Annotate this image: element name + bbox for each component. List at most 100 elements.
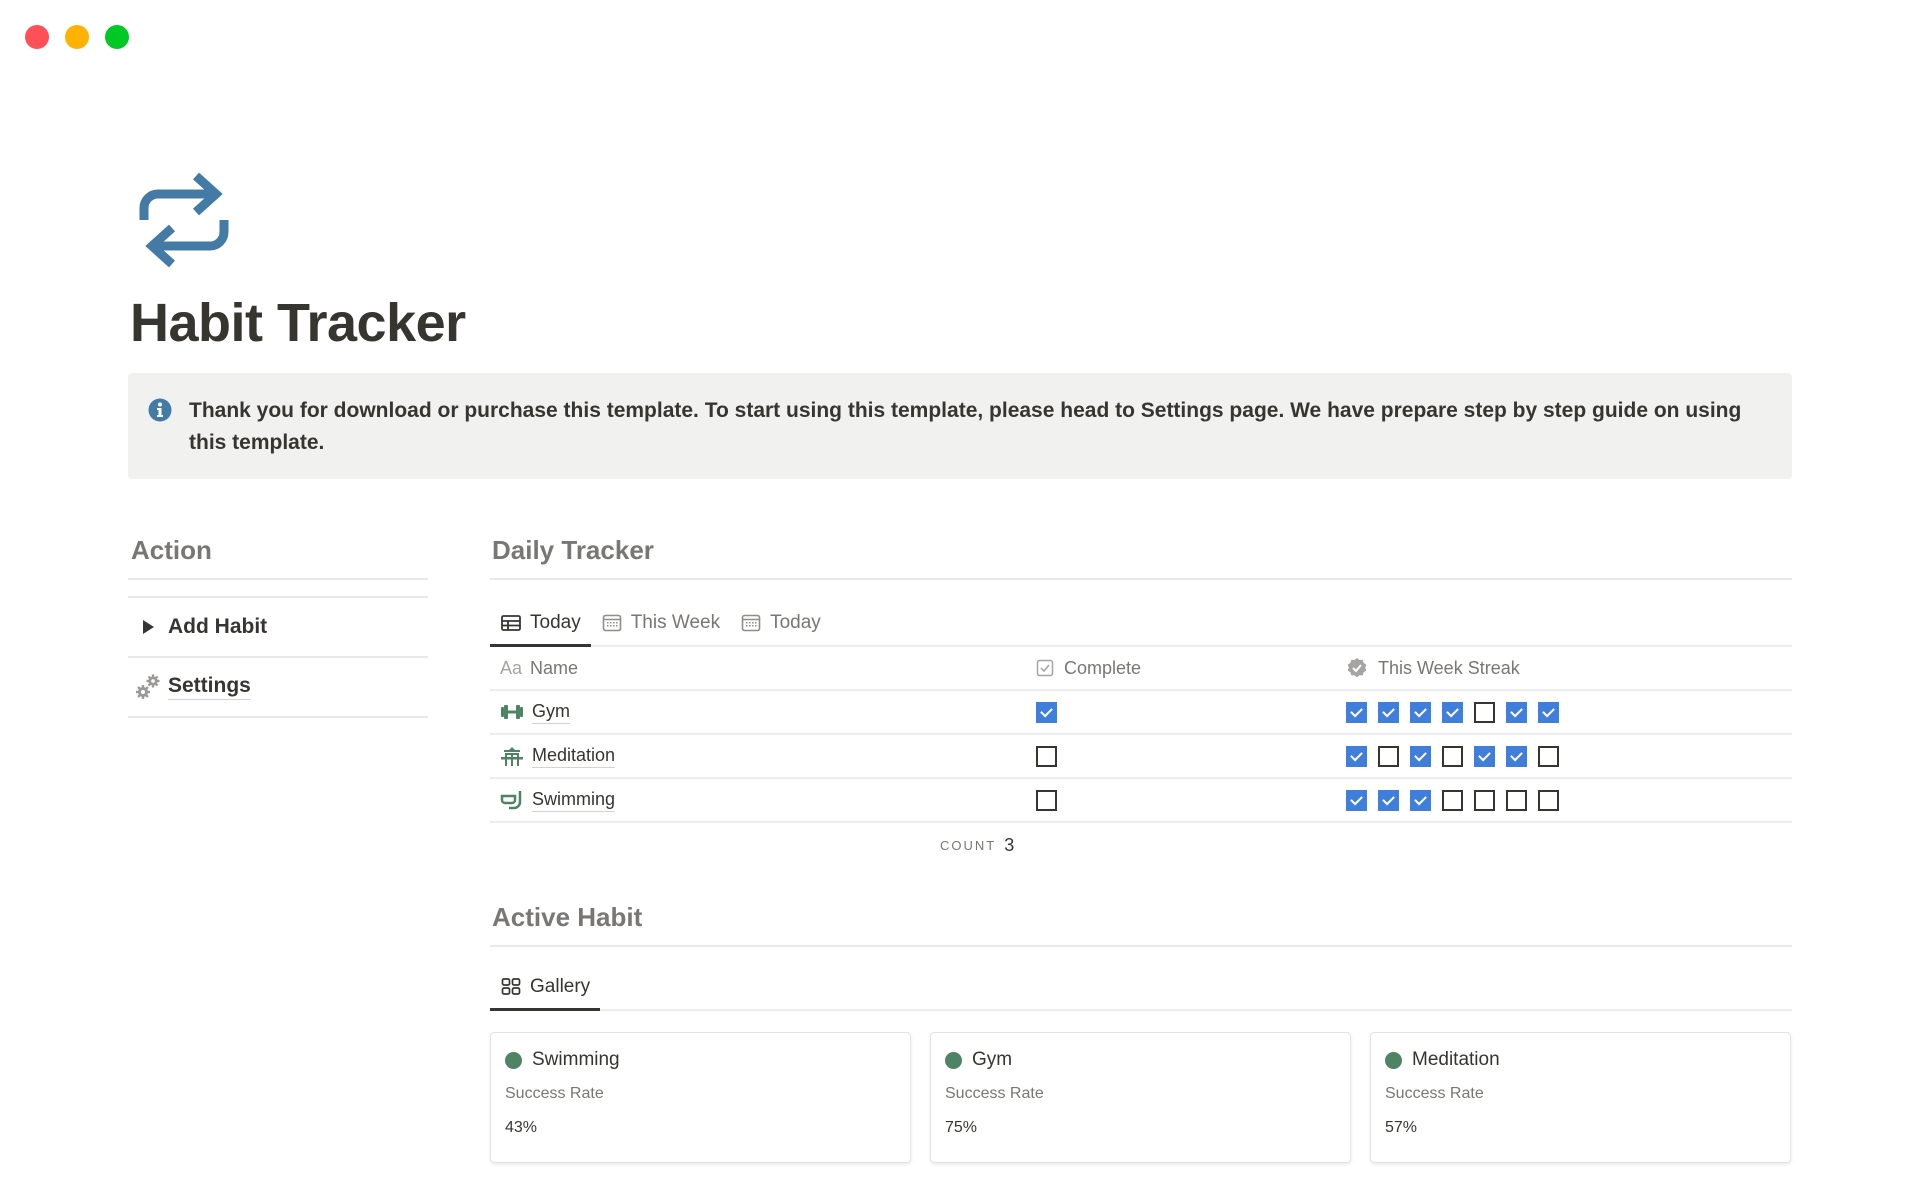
complete-checkbox[interactable] — [1036, 701, 1057, 723]
pavilion-icon — [500, 746, 524, 766]
card-property-label: Success Rate — [945, 1085, 1044, 1102]
streak-day-checkbox[interactable] — [1538, 701, 1559, 723]
info-callout: Thank you for download or purchase this … — [128, 373, 1792, 479]
count-value: 3 — [1004, 834, 1015, 855]
cell-name[interactable]: Swimming — [490, 789, 1036, 812]
main-column: Daily Tracker Today This Week Today Aa N… — [490, 528, 1792, 1163]
card-title-text: Swimming — [532, 1049, 620, 1070]
habit-name-link[interactable]: Meditation — [532, 745, 616, 768]
toggle-triangle-icon[interactable] — [142, 620, 154, 634]
status-dot-icon — [505, 1051, 522, 1069]
tab-label: Today — [770, 611, 821, 633]
complete-checkbox[interactable] — [1036, 745, 1057, 767]
calendar-icon — [602, 614, 622, 631]
close-window-button[interactable] — [25, 25, 49, 49]
column-header-streak[interactable]: This Week Streak — [1346, 657, 1520, 679]
card-title-text: Gym — [972, 1049, 1013, 1070]
complete-checkbox[interactable] — [1036, 789, 1057, 811]
page-title: Habit Tracker — [130, 293, 466, 353]
card-property-value: 43% — [505, 1119, 538, 1136]
card-title: Gym — [945, 1047, 1336, 1073]
tab-label: This Week — [630, 611, 721, 633]
card-property-label: Success Rate — [505, 1085, 604, 1102]
add-habit-toggle[interactable]: Add Habit — [128, 598, 428, 658]
card-title: Swimming — [505, 1047, 896, 1073]
cell-week-streak — [1346, 701, 1559, 723]
checkbox-icon — [1036, 659, 1054, 677]
cell-week-streak — [1346, 745, 1559, 767]
habit-name-link[interactable]: Gym — [532, 701, 570, 724]
card-property-value: 75% — [945, 1119, 978, 1136]
table-row: Meditation — [490, 735, 1792, 779]
repeat-arrows-icon[interactable] — [136, 172, 232, 268]
cell-name[interactable]: Meditation — [490, 745, 1036, 768]
snorkel-icon — [500, 790, 524, 810]
cell-week-streak — [1346, 789, 1559, 811]
daily-tracker-table: Aa Name Complete This Week Streak Gym Med… — [490, 647, 1792, 867]
streak-day-checkbox[interactable] — [1378, 701, 1399, 723]
divider — [128, 580, 428, 598]
streak-day-checkbox[interactable] — [1474, 789, 1495, 811]
streak-day-checkbox[interactable] — [1506, 745, 1527, 767]
streak-day-checkbox[interactable] — [1410, 701, 1431, 723]
table-count-footer: COUNT 3 — [490, 823, 1792, 867]
action-column: Action Add Habit Settings — [128, 528, 428, 718]
table-row: Swimming — [490, 779, 1792, 823]
window-controls — [25, 25, 129, 49]
gears-icon — [136, 674, 160, 699]
daily-tracker-view-tabs: Today This Week Today — [490, 580, 1792, 647]
table-row: Gym — [490, 691, 1792, 735]
streak-day-checkbox[interactable] — [1506, 701, 1527, 723]
card-property-label: Success Rate — [1385, 1085, 1484, 1102]
gallery-icon — [501, 977, 521, 995]
tab-today-calendar[interactable]: Today — [730, 600, 831, 645]
dumbbell-icon — [500, 702, 524, 722]
streak-day-checkbox[interactable] — [1378, 789, 1399, 811]
calendar-icon — [741, 614, 761, 631]
active-habit-section: Active Habit Gallery Swimming Success Rat… — [490, 895, 1792, 1163]
streak-day-checkbox[interactable] — [1346, 745, 1367, 767]
cell-complete — [1036, 745, 1346, 767]
streak-day-checkbox[interactable] — [1442, 745, 1463, 767]
info-icon — [148, 398, 172, 422]
count-label: COUNT — [940, 837, 997, 853]
settings-link[interactable]: Settings — [128, 658, 428, 718]
streak-day-checkbox[interactable] — [1346, 789, 1367, 811]
streak-day-checkbox[interactable] — [1474, 745, 1495, 767]
daily-tracker-heading: Daily Tracker — [490, 528, 1792, 580]
zoom-window-button[interactable] — [105, 25, 129, 49]
cell-name[interactable]: Gym — [490, 701, 1036, 724]
habit-card[interactable]: Gym Success Rate 75% — [930, 1032, 1351, 1163]
tab-today-table[interactable]: Today — [490, 600, 591, 647]
table-header-row: Aa Name Complete This Week Streak — [490, 647, 1792, 691]
settings-label: Settings — [168, 674, 251, 700]
active-habit-view-tabs: Gallery — [490, 947, 1792, 1011]
streak-day-checkbox[interactable] — [1474, 701, 1495, 723]
callout-text: Thank you for download or purchase this … — [189, 399, 1742, 454]
minimize-window-button[interactable] — [65, 25, 89, 49]
streak-day-checkbox[interactable] — [1410, 789, 1431, 811]
streak-day-checkbox[interactable] — [1442, 789, 1463, 811]
tab-gallery[interactable]: Gallery — [490, 964, 601, 1011]
gallery-cards: Swimming Success Rate 43% Gym Success Rate 75… — [490, 1032, 1792, 1163]
streak-day-checkbox[interactable] — [1346, 701, 1367, 723]
streak-day-checkbox[interactable] — [1410, 745, 1431, 767]
status-dot-icon — [945, 1051, 962, 1069]
tab-this-week[interactable]: This Week — [591, 600, 730, 645]
tab-label: Gallery — [530, 975, 591, 997]
verified-badge-icon — [1347, 658, 1367, 678]
habit-card[interactable]: Meditation Success Rate 57% — [1370, 1032, 1791, 1163]
streak-day-checkbox[interactable] — [1378, 745, 1399, 767]
cell-complete — [1036, 789, 1346, 811]
streak-day-checkbox[interactable] — [1442, 701, 1463, 723]
column-header-complete[interactable]: Complete — [1036, 658, 1346, 679]
streak-day-checkbox[interactable] — [1538, 745, 1559, 767]
add-habit-label: Add Habit — [168, 615, 268, 638]
habit-name-link[interactable]: Swimming — [532, 789, 616, 812]
active-habit-heading: Active Habit — [490, 895, 1792, 947]
habit-card[interactable]: Swimming Success Rate 43% — [490, 1032, 911, 1163]
column-header-name[interactable]: Aa Name — [490, 658, 1036, 679]
streak-day-checkbox[interactable] — [1506, 789, 1527, 811]
text-property-icon: Aa — [500, 657, 523, 678]
streak-day-checkbox[interactable] — [1538, 789, 1559, 811]
